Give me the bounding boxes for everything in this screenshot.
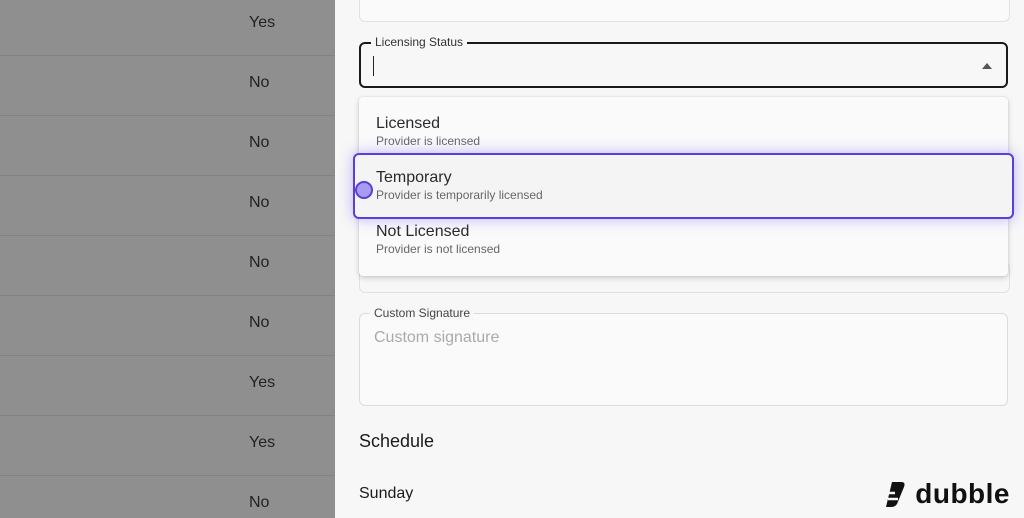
table-cell-value: Yes [249,14,276,31]
option-title: Licensed [376,115,441,132]
custom-signature-label: Custom Signature [370,306,475,320]
brand-name: dubble [915,478,1010,509]
brand-logo: dubble [883,478,1010,510]
text-caret [373,56,374,76]
chevron-up-icon[interactable] [982,63,992,69]
table-cell-value: No [249,134,270,151]
table-row: Yes [0,416,335,476]
table-cell-value: No [249,74,270,91]
option-subtitle: Provider is licensed [376,134,481,148]
table-row: No [0,116,335,176]
licensing-status-dropdown: Licensed Provider is licensed Not Licens… [353,97,1014,276]
edit-provider-drawer: Licensing Status Licensed Provider is li… [335,0,1024,518]
option-licensed[interactable]: Licensed Provider is licensed [359,97,1008,151]
table-row: No [0,236,335,296]
table-row: Yes [0,356,335,416]
table-cell-value: No [249,314,270,331]
table-cell-value: No [249,254,270,271]
schedule-day-sunday: Sunday [359,485,414,502]
backdrop-table: Yes No No No No No Yes Yes No [0,0,335,518]
schedule-heading: Schedule [359,431,435,451]
table-row: No [0,176,335,236]
option-subtitle: Provider is not licensed [376,242,501,256]
custom-signature-input[interactable] [372,328,996,348]
table-row: No [0,56,335,116]
click-indicator-icon [355,181,373,199]
previous-field[interactable] [359,0,1010,22]
table-row: Yes [0,0,335,56]
table-cell-value: No [249,194,270,211]
dubble-logo-icon [885,482,905,507]
table-row: No [0,296,335,356]
custom-signature-field: Custom Signature [359,306,1008,406]
licensing-status-select[interactable]: Licensing Status [359,35,1008,88]
table-cell-value: No [249,494,270,511]
option-title: Temporary [376,169,452,186]
option-subtitle: Provider is temporarily licensed [376,188,543,202]
licensing-status-label: Licensing Status [371,35,468,49]
option-temporary[interactable]: Temporary Provider is temporarily licens… [353,153,1014,219]
table-cell-value: Yes [249,374,276,391]
table-cell-value: Yes [249,434,276,451]
table-row: No [0,476,335,518]
